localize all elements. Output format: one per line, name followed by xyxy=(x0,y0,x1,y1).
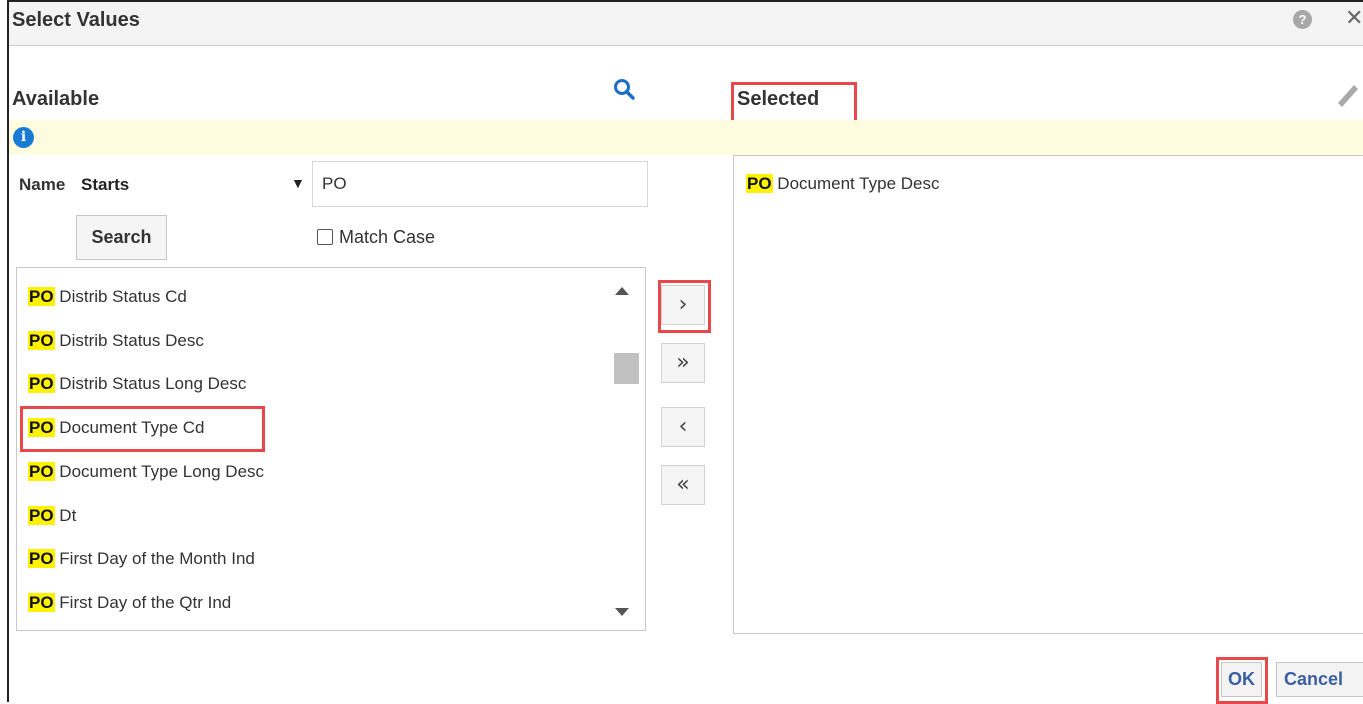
document-type-cd-highlight xyxy=(20,406,265,452)
scrollbar-thumb[interactable] xyxy=(614,353,639,384)
move-all-button[interactable]: » xyxy=(661,343,705,383)
list-item[interactable]: PO First Day of the Month Ind xyxy=(28,549,255,569)
list-item[interactable]: PO Document Type Long Desc xyxy=(28,462,264,482)
pencil-icon[interactable] xyxy=(1335,79,1363,109)
operator-value: Starts xyxy=(81,175,130,194)
list-item[interactable]: PO Distrib Status Cd xyxy=(28,287,187,307)
list-item[interactable]: PO Dt xyxy=(28,506,76,526)
scroll-down-arrow-icon[interactable] xyxy=(615,608,629,616)
move-button-highlight xyxy=(658,280,711,333)
info-icon: i xyxy=(13,127,34,148)
remove-button[interactable]: ‹ xyxy=(661,407,705,447)
dropdown-arrow-icon: ▼ xyxy=(291,175,305,191)
operator-select[interactable]: Starts ▼ xyxy=(79,161,312,207)
ok-button-highlight xyxy=(1216,657,1268,704)
cancel-button[interactable]: Cancel xyxy=(1276,662,1363,697)
search-button[interactable]: Search xyxy=(76,215,167,260)
info-bar: i xyxy=(9,120,1363,155)
dialog-title: Select Values xyxy=(12,9,140,31)
dialog-titlebar: Select Values ? ✕ xyxy=(9,2,1363,46)
select-values-dialog: Select Values ? ✕ Available Selected i N… xyxy=(7,0,1363,704)
selected-list[interactable]: PO Document Type Desc xyxy=(733,155,1363,634)
match-case-checkbox[interactable]: Match Case xyxy=(317,227,435,248)
search-icon[interactable] xyxy=(612,77,638,103)
close-icon[interactable]: ✕ xyxy=(1345,7,1363,29)
scroll-up-arrow-icon[interactable] xyxy=(615,287,629,295)
remove-all-button[interactable]: « xyxy=(661,465,705,505)
match-case-label: Match Case xyxy=(339,227,436,247)
search-input[interactable] xyxy=(312,161,648,207)
list-item[interactable]: PO Document Type Desc xyxy=(746,174,940,194)
checkbox-box[interactable] xyxy=(317,229,333,245)
available-title: Available xyxy=(12,88,100,110)
help-icon[interactable]: ? xyxy=(1293,10,1312,29)
list-item[interactable]: PO Distrib Status Long Desc xyxy=(28,374,246,394)
list-item[interactable]: PO First Day of the Qtr Ind xyxy=(28,593,231,613)
list-item[interactable]: PO Distrib Status Desc xyxy=(28,331,204,351)
name-label: Name xyxy=(19,175,66,194)
